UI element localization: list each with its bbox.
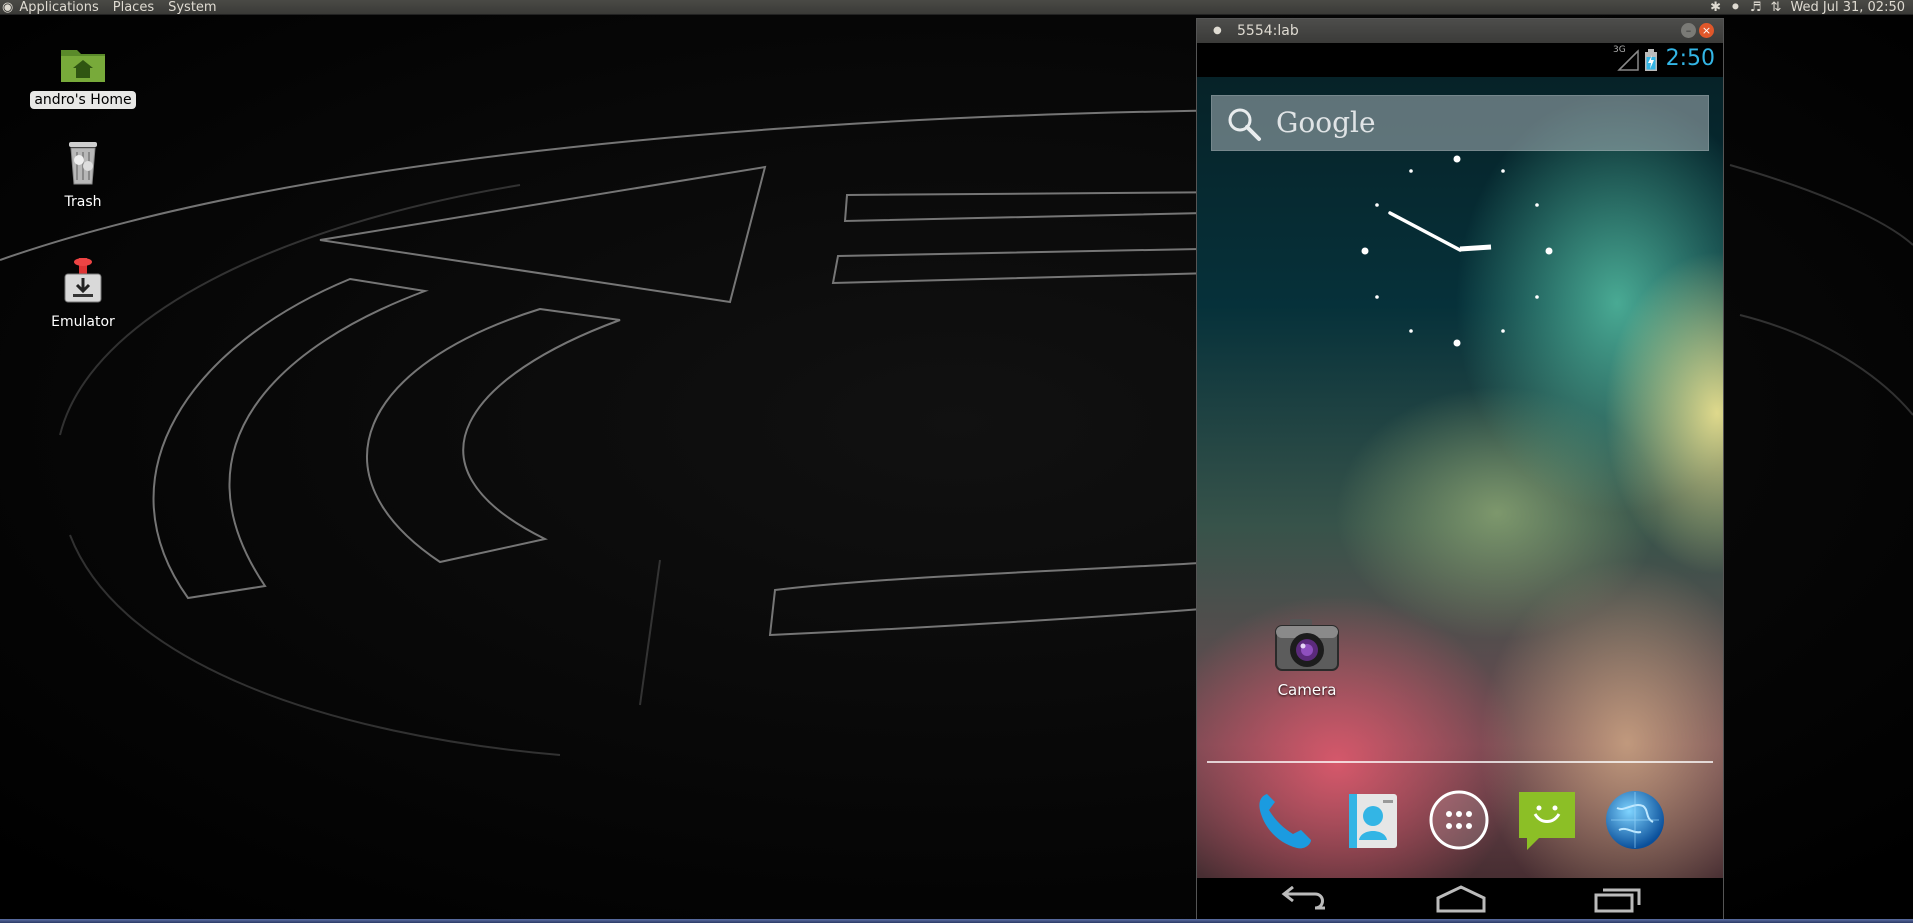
gnome-foot-icon[interactable]: ◉: [2, 0, 13, 15]
back-icon[interactable]: [1279, 886, 1329, 912]
window-menu-icon[interactable]: ●: [1213, 19, 1222, 43]
desktop-icon-emulator[interactable]: Emulator: [28, 258, 138, 331]
desktop-icon-home[interactable]: andro's Home: [28, 44, 138, 109]
home-folder-icon: [61, 50, 105, 82]
app-label: Camera: [1277, 681, 1337, 699]
desktop-icon-label: andro's Home: [30, 91, 136, 109]
volume-icon[interactable]: ♬: [1750, 0, 1762, 15]
messaging-icon[interactable]: [1515, 788, 1579, 852]
bottom-panel: [0, 919, 1913, 923]
system-tray: ✱ ⚫ ♬ ⇅ Wed Jul 31, 02:50: [1710, 0, 1905, 15]
window-title: 5554:lab: [1237, 23, 1299, 39]
camera-app[interactable]: Camera: [1257, 617, 1357, 699]
close-button[interactable]: ×: [1699, 23, 1714, 38]
bluetooth-icon[interactable]: ✱: [1710, 0, 1721, 15]
trash-icon: [69, 142, 97, 185]
search-icon: [1228, 108, 1261, 141]
contacts-icon[interactable]: [1339, 788, 1403, 852]
android-navigation-bar: [1197, 878, 1723, 920]
recent-apps-icon[interactable]: [1593, 885, 1643, 913]
menu-system[interactable]: System: [168, 0, 216, 15]
search-placeholder: Google: [1276, 106, 1376, 139]
browser-icon[interactable]: [1603, 788, 1667, 852]
app-drawer-icon[interactable]: [1427, 788, 1491, 852]
emulator-titlebar[interactable]: ● 5554:lab – ×: [1197, 19, 1723, 43]
android-dock: [1197, 788, 1723, 852]
desktop-icon-label: Trash: [64, 194, 102, 210]
android-home-screen[interactable]: 3G 2:50 Google Camera: [1197, 43, 1723, 920]
panel-clock[interactable]: Wed Jul 31, 02:50: [1790, 0, 1905, 15]
camera-icon: [1275, 619, 1339, 671]
menu-applications[interactable]: Applications: [19, 0, 98, 15]
dock-divider: [1207, 761, 1713, 763]
google-search-bar[interactable]: Google: [1211, 95, 1709, 151]
clock-minute-hand: [1388, 211, 1462, 252]
emulator-window[interactable]: ● 5554:lab – × 3G 2:50 Google Camera: [1196, 18, 1724, 921]
phone-icon[interactable]: [1251, 788, 1315, 852]
home-icon[interactable]: [1435, 884, 1487, 914]
analog-clock-widget[interactable]: [1357, 151, 1557, 351]
emulator-icon: [64, 258, 102, 303]
top-panel: ◉ Applications Places System ✱ ⚫ ♬ ⇅ Wed Ju…: [0, 0, 1913, 15]
microphone-icon[interactable]: ⚫: [1730, 0, 1741, 15]
desktop-icon-label: Emulator: [51, 314, 115, 330]
android-status-bar: 3G 2:50: [1197, 43, 1723, 77]
desktop-icon-trash[interactable]: Trash: [28, 138, 138, 211]
minimize-button[interactable]: –: [1681, 23, 1696, 38]
android-status-time: 2:50: [1665, 46, 1715, 71]
menu-places[interactable]: Places: [113, 0, 154, 15]
clock-hour-hand: [1459, 244, 1492, 252]
network-transfer-icon[interactable]: ⇅: [1771, 0, 1782, 15]
battery-icon: [1645, 49, 1657, 71]
signal-icon: [1617, 49, 1639, 71]
